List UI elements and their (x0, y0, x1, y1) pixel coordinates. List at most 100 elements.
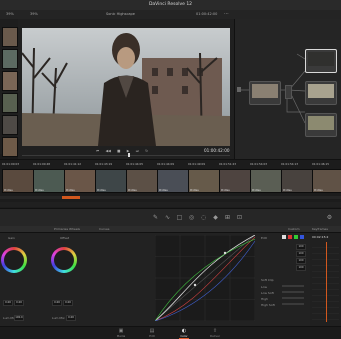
clip-codec: ProRes (128, 189, 137, 192)
channel-b[interactable] (300, 235, 304, 239)
clip-codec: ProRes (221, 189, 230, 192)
video-frame[interactable] (22, 28, 230, 146)
node-04[interactable] (305, 113, 337, 137)
gain-value-2[interactable]: 0.00 (14, 300, 24, 306)
rgb-value-1[interactable]: 100 (296, 244, 306, 250)
clip-codec: ProRes (159, 189, 168, 192)
pen-icon[interactable]: ✎ (152, 214, 159, 221)
clip-timecode: 01:01:54:13 (281, 162, 299, 166)
mixer-node[interactable] (285, 85, 292, 99)
blur-icon[interactable]: ◌ (200, 214, 207, 221)
loop-icon[interactable]: ↻ (145, 149, 148, 153)
timeline-clip[interactable]: ProRes (219, 169, 251, 193)
timeline-track[interactable] (0, 196, 341, 199)
rewind-icon[interactable]: ◀◀ (105, 149, 110, 153)
zoom-right[interactable]: 39% (30, 12, 38, 16)
clip-timecode: 01:01:46:15 (312, 162, 330, 166)
keyframes-panel: Keyframes 00:02:15:2 (310, 226, 341, 326)
timeline-ruler (0, 202, 341, 207)
clip-codec: ProRes (35, 189, 44, 192)
window-title: DaVinci Resolve 12 (148, 2, 193, 7)
tab-deliver[interactable]: ⇪ Deliver (207, 328, 223, 338)
offset-value-1[interactable]: 0.00 (52, 300, 62, 306)
timeline-clip[interactable]: ProRes (188, 169, 220, 193)
clip-codec: ProRes (66, 189, 75, 192)
tab-edit[interactable]: ▤ Edit (144, 328, 160, 338)
keyframe-playhead[interactable] (326, 242, 327, 322)
node-01[interactable] (249, 81, 281, 105)
clip-timecode: 01:01:00:48 (33, 162, 51, 166)
scrubber-bar[interactable] (22, 155, 230, 156)
stop-icon[interactable]: ■ (117, 149, 120, 153)
lum-mix-value-2[interactable]: 0.00 (66, 315, 76, 321)
gain-value-1[interactable]: 0.00 (3, 300, 13, 306)
rgb-value-4[interactable]: 100 (296, 265, 306, 271)
clip-timecode: 01:01:41:12 (64, 162, 82, 166)
curves-graph[interactable] (155, 235, 255, 321)
soft-clip-high-soft: High Soft (261, 303, 275, 307)
tab-deliver-label: Deliver (210, 334, 220, 338)
node-02[interactable] (305, 49, 337, 73)
settings-icon[interactable]: ⚙ (326, 214, 333, 221)
offset-wheel[interactable] (51, 247, 77, 273)
viewer-timecode-top: 01:00:42:00 (196, 12, 218, 16)
clip-codec: ProRes (97, 189, 106, 192)
tab-media[interactable]: ▣ Media (113, 328, 129, 338)
gallery-still[interactable] (2, 71, 18, 91)
sizing-icon[interactable]: ⊞ (224, 214, 231, 221)
timeline-clip[interactable]: ProRes (250, 169, 282, 193)
timeline-clip[interactable]: ProRes (126, 169, 158, 193)
channel-g[interactable] (294, 235, 298, 239)
node-03[interactable] (305, 81, 337, 105)
gallery-still[interactable] (2, 115, 18, 135)
zoom-left[interactable]: 39% (6, 12, 14, 16)
soft-clip-slider[interactable] (282, 291, 304, 293)
tab-color[interactable]: ◐ Color (176, 328, 192, 339)
menu-icon[interactable]: ⋯ (224, 11, 229, 17)
custom-curves-panel: Custom Edit 100 100 100 100 Soft Clip Lo… (258, 226, 311, 326)
timeline-marker (62, 196, 80, 199)
gallery-still[interactable] (2, 137, 18, 157)
soft-clip-low: Low (261, 285, 267, 289)
gain-wheel[interactable] (1, 247, 27, 273)
key-icon[interactable]: ◆ (212, 214, 219, 221)
curves-header: Curves (95, 226, 258, 233)
timeline-clip[interactable]: ProRes (157, 169, 189, 193)
soft-clip-slider[interactable] (282, 297, 304, 299)
clip-codec: ProRes (4, 189, 13, 192)
timeline-clip[interactable]: ProRes (312, 169, 341, 193)
lum-mix-label-2: Lum Mix (52, 316, 65, 320)
rgb-value-2[interactable]: 100 (296, 251, 306, 257)
channel-r[interactable] (288, 235, 292, 239)
timeline-clip[interactable]: ProRes (281, 169, 313, 193)
channel-y[interactable] (282, 235, 286, 239)
timeline-clip[interactable]: ProRes (95, 169, 127, 193)
gallery-still[interactable] (2, 27, 18, 47)
source-input[interactable] (237, 87, 241, 92)
soft-clip-high: High (261, 297, 268, 301)
soft-clip-slider[interactable] (282, 303, 304, 305)
playhead[interactable] (128, 153, 130, 157)
rgb-value-3[interactable]: 100 (296, 258, 306, 264)
curves-panel: Curves (95, 226, 259, 326)
tab-media-label: Media (116, 334, 126, 338)
timeline-clip[interactable]: ProRes (33, 169, 65, 193)
go-to-start-icon[interactable]: ⏮ (96, 149, 99, 153)
curves-title: Curves (99, 227, 110, 231)
soft-clip-slider[interactable] (282, 285, 304, 287)
timeline-clip[interactable]: ProRes (2, 169, 34, 193)
timeline-clip[interactable]: ProRes (64, 169, 96, 193)
gallery-still[interactable] (2, 93, 18, 113)
offset-value-2[interactable]: 0.00 (63, 300, 73, 306)
stereo-icon[interactable]: ⊡ (236, 214, 243, 221)
tracker-icon[interactable]: ◎ (188, 214, 195, 221)
curve-icon[interactable]: ∿ (164, 214, 171, 221)
lum-mix-value[interactable]: 100.0 (14, 315, 24, 321)
window-icon[interactable]: □ (176, 214, 183, 221)
soft-clip-label: Soft Clip (261, 278, 274, 282)
clip-timecode: 01:01:00:03 (2, 162, 20, 166)
gain-label: Gain (8, 236, 15, 240)
clip-codec: ProRes (283, 189, 292, 192)
gallery-still[interactable] (2, 49, 18, 69)
go-to-end-icon[interactable]: ⏭ (136, 149, 139, 153)
